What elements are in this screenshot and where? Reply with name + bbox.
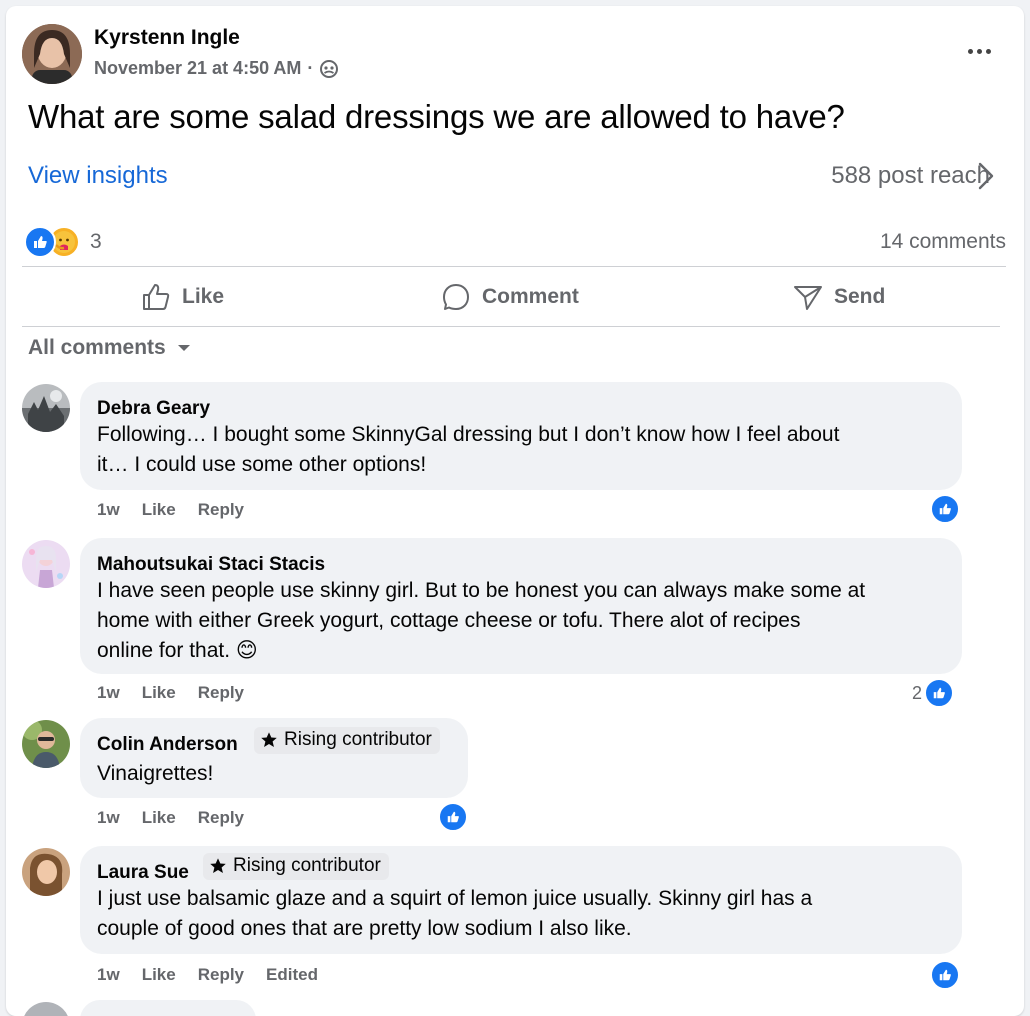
comment-button[interactable]: Comment [440, 278, 579, 316]
send-button[interactable]: Send [792, 278, 885, 316]
reactions-summary[interactable]: 3 [24, 226, 102, 258]
post-timestamp: November 21 at 4:50 AM · [94, 58, 339, 79]
commenter-name[interactable]: Debra Geary [97, 398, 210, 420]
comment-reply-button[interactable]: Reply [198, 500, 244, 520]
send-label: Send [834, 285, 886, 308]
comment-like-reaction-icon [924, 678, 955, 708]
comment-like-reaction-icon[interactable] [930, 960, 960, 990]
timestamp-separator: · [307, 58, 314, 78]
timestamp-text[interactable]: November 21 at 4:50 AM [94, 58, 301, 79]
comment-text-line: I just use balsamic glaze and a squirt o… [97, 887, 813, 910]
rising-contributor-badge[interactable]: Rising contributor [203, 853, 389, 880]
commenter-avatar[interactable] [22, 384, 70, 432]
comment-age[interactable]: 1w [97, 808, 120, 828]
post-card: Kyrstenn Ingle November 21 at 4:50 AM · … [6, 6, 1024, 1016]
commenter-name[interactable]: Colin Anderson [97, 734, 238, 756]
comment-bubble [80, 1000, 256, 1016]
comment-reply-button[interactable]: Reply [198, 683, 244, 703]
comment-like-button[interactable]: Like [142, 965, 176, 985]
comment-like-button[interactable]: Like [142, 683, 176, 703]
author-avatar[interactable] [22, 24, 82, 84]
commenter-avatar[interactable] [22, 720, 70, 768]
comment-text-line: Vinaigrettes! [97, 762, 214, 785]
view-insights-link[interactable]: View insights [28, 162, 168, 190]
comment-label: Comment [482, 285, 579, 308]
comment-edited-label[interactable]: Edited [266, 965, 318, 985]
like-label: Like [182, 285, 225, 308]
commenter-avatar[interactable] [22, 848, 70, 896]
divider [22, 266, 1006, 267]
group-privacy-icon [319, 59, 339, 79]
badge-label: Rising contributor [233, 855, 381, 876]
comment-bubble: Laura Sue Rising contributor I just use … [80, 846, 962, 954]
comment-like-reaction-icon[interactable] [930, 494, 960, 524]
comment-like-reaction-icon[interactable] [438, 802, 468, 832]
commenter-name[interactable]: Mahoutsukai Staci Stacis [97, 554, 325, 576]
more-options-icon[interactable] [962, 36, 996, 66]
comment-bubble: Mahoutsukai Staci Stacis I have seen peo… [80, 538, 962, 674]
star-icon [210, 858, 226, 874]
like-reaction-icon [24, 226, 56, 258]
rising-contributor-badge[interactable]: Rising contributor [254, 727, 440, 754]
post-text: What are some salad dressings we are all… [28, 98, 845, 135]
comment-actions: 1w Like Reply [97, 683, 244, 703]
comment-text-line: online for that. 😊 [97, 639, 258, 662]
comment-actions: 1w Like Reply Edited [97, 965, 318, 985]
comment-text-line: couple of good ones that are pretty low … [97, 917, 632, 940]
divider [22, 326, 1000, 327]
comment-like-button[interactable]: Like [142, 808, 176, 828]
comment-sort-dropdown[interactable]: All comments [28, 336, 192, 360]
comment-text-line: Following… I bought some SkinnyGal dress… [97, 423, 840, 446]
comment-text-line: home with either Greek yogurt, cottage c… [97, 609, 801, 632]
comment-like-count: 2 [912, 682, 923, 703]
send-icon [792, 281, 824, 313]
caret-down-icon [176, 340, 192, 356]
comment-reactions[interactable]: 2 [912, 678, 955, 708]
comments-count-link[interactable]: 14 comments [880, 230, 1006, 254]
like-button[interactable]: Like [140, 278, 224, 316]
comment-age[interactable]: 1w [97, 683, 120, 703]
comment-reply-button[interactable]: Reply [198, 808, 244, 828]
comment-reply-button[interactable]: Reply [198, 965, 244, 985]
thumbs-up-icon [140, 281, 172, 313]
chevron-right-icon[interactable] [976, 160, 996, 197]
commenter-name[interactable]: Laura Sue [97, 862, 189, 884]
comment-bubble: Debra Geary Following… I bought some Ski… [80, 382, 962, 490]
comment-sort-label: All comments [28, 336, 166, 359]
comment-text-line: I have seen people use skinny girl. But … [97, 579, 866, 602]
author-name[interactable]: Kyrstenn Ingle [94, 26, 240, 50]
comment-age[interactable]: 1w [97, 965, 120, 985]
star-icon [261, 732, 277, 748]
comment-age[interactable]: 1w [97, 500, 120, 520]
post-reach[interactable]: 588 post reach [831, 162, 990, 190]
commenter-avatar[interactable] [22, 1002, 70, 1016]
comment-actions: 1w Like Reply [97, 500, 244, 520]
commenter-avatar[interactable] [22, 540, 70, 588]
reaction-count: 3 [90, 230, 102, 253]
comment-actions: 1w Like Reply [97, 808, 244, 828]
comment-like-button[interactable]: Like [142, 500, 176, 520]
comment-bubble-icon [440, 281, 472, 313]
badge-label: Rising contributor [284, 729, 432, 750]
comment-bubble: Colin Anderson Rising contributor Vinaig… [80, 718, 468, 798]
comment-text-line: it… I could use some other options! [97, 453, 427, 476]
